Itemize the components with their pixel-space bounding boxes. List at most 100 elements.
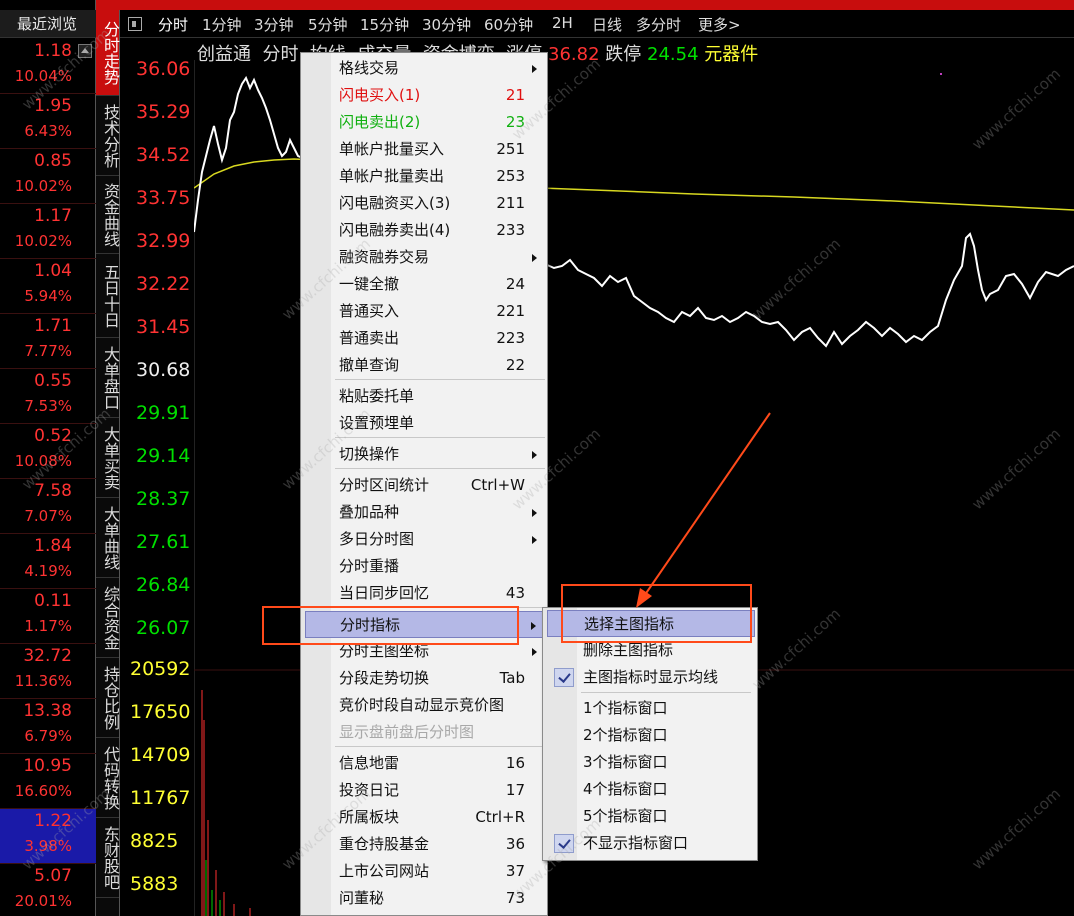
top-toolbar-strip [0, 0, 1074, 10]
context-menu-item[interactable]: 分时重播 [305, 553, 545, 580]
submenu-item[interactable]: 4个指标窗口 [547, 776, 755, 803]
recent-list-item[interactable]: 0.55 7.53% [0, 369, 96, 424]
vtab-item[interactable]: 综合资金 [96, 578, 120, 658]
context-menu-item[interactable]: 多日分时图 [305, 526, 545, 553]
recent-list-item[interactable]: 0.85 10.02% [0, 149, 96, 204]
period-tab[interactable]: 多分时 [636, 14, 681, 35]
context-menu-item[interactable]: 问董秘 73 [305, 885, 545, 912]
context-menu-item[interactable]: 闪电融资买入(3) 211 [305, 190, 545, 217]
menu-item-label: 设置预埋单 [339, 414, 415, 432]
context-menu-item[interactable]: 闪电融券卖出(4) 233 [305, 217, 545, 244]
recent-list-item[interactable]: 13.38 6.79% [0, 699, 96, 754]
submenu-item[interactable]: 主图指标时显示均线 [547, 664, 755, 691]
submenu-item[interactable]: 1个指标窗口 [547, 695, 755, 722]
context-menu-item[interactable]: 上市公司网站 37 [305, 858, 545, 885]
context-menu-item[interactable]: 投资日记 17 [305, 777, 545, 804]
price-tick-flat: 30.68 [136, 359, 191, 381]
limit-down-label: 跌停 [605, 44, 642, 65]
recent-list-item[interactable]: 1.71 7.77% [0, 314, 96, 369]
vtab-item[interactable]: 五日十日 [96, 254, 120, 338]
period-tab[interactable]: 30分钟 [422, 14, 471, 35]
context-menu-item[interactable]: 重仓持股基金 36 [305, 831, 545, 858]
context-menu-item[interactable]: 闪电买入(1) 21 [305, 82, 545, 109]
context-menu-item[interactable]: 分时主图坐标 [305, 638, 545, 665]
submenu-item[interactable]: 2个指标窗口 [547, 722, 755, 749]
context-menu-item[interactable]: 一键全撤 24 [305, 271, 545, 298]
context-menu-item[interactable]: 分时指标 [305, 611, 545, 638]
context-menu-item[interactable]: 撤单查询 22 [305, 352, 545, 379]
vtab-item[interactable]: 大单盘口 [96, 338, 120, 418]
checkmark-icon [554, 668, 574, 687]
recent-item-change: 6.79% [24, 727, 72, 745]
recent-list-item[interactable]: 10.95 16.60% [0, 754, 96, 809]
context-menu-item[interactable]: 分时区间统计 Ctrl+W [305, 472, 545, 499]
recent-list-item[interactable]: 0.52 10.08% [0, 424, 96, 479]
context-menu-item[interactable]: 信息地雷 16 [305, 750, 545, 777]
menu-item-label: 闪电卖出(2) [339, 113, 421, 131]
recent-item-change: 6.43% [24, 122, 72, 140]
menu-item-label: 闪电融资买入(3) [339, 194, 451, 212]
recent-item-price: 1.04 [34, 261, 72, 281]
menu-item-shortcut: 211 [496, 194, 525, 212]
recent-list-item[interactable]: 1.18 10.04% [0, 39, 96, 94]
recent-list-item[interactable]: 1.22 3.98% [0, 809, 96, 864]
recent-list-item[interactable]: 7.58 7.07% [0, 479, 96, 534]
panel-toggle-icon[interactable] [128, 17, 142, 31]
period-tab[interactable]: 2H [552, 14, 573, 32]
context-menu-item[interactable]: 设置预埋单 [305, 410, 545, 437]
context-menu-item[interactable]: 单帐户批量买入 251 [305, 136, 545, 163]
context-menu-item[interactable]: 竞价时段自动显示竞价图 [305, 692, 545, 719]
submenu-item[interactable]: 选择主图指标 [547, 610, 755, 637]
vtab-item[interactable]: 代码转换 [96, 738, 120, 818]
vtab-item[interactable]: 大单曲线 [96, 498, 120, 578]
recent-list-item[interactable]: 1.17 10.02% [0, 204, 96, 259]
submenu-item[interactable]: 5个指标窗口 [547, 803, 755, 830]
vtab-item[interactable]: 分时走势 [96, 10, 120, 96]
context-menu-item[interactable]: 普通买入 221 [305, 298, 545, 325]
recent-list-item[interactable]: 1.84 4.19% [0, 534, 96, 589]
period-tab[interactable]: 15分钟 [360, 14, 409, 35]
submenu-item-label: 2个指标窗口 [583, 726, 668, 744]
context-menu-item[interactable]: 闪电卖出(2) 23 [305, 109, 545, 136]
recent-item-change: 10.02% [14, 177, 72, 195]
context-menu-item[interactable]: 融资融券交易 [305, 244, 545, 271]
indicator-submenu: 选择主图指标 删除主图指标 主图指标时显示均线 1个指标窗口 2个指标窗口 3个指标窗口 4… [542, 607, 758, 861]
context-menu-item[interactable]: 粘贴委托单 [305, 383, 545, 410]
period-tab[interactable]: 3分钟 [254, 14, 294, 35]
submenu-item[interactable]: 删除主图指标 [547, 637, 755, 664]
menu-item-label: 分段走势切换 [339, 669, 430, 687]
period-tab[interactable]: 1分钟 [202, 14, 242, 35]
recent-list-item[interactable]: 32.72 11.36% [0, 644, 96, 699]
context-menu-item[interactable]: 切换操作 [305, 441, 545, 468]
submenu-item[interactable]: 不显示指标窗口 [547, 830, 755, 857]
context-menu-item[interactable]: 叠加品种 [305, 499, 545, 526]
vtab-item[interactable]: 资金曲线 [96, 176, 120, 254]
submenu-item[interactable]: 3个指标窗口 [547, 749, 755, 776]
vtab-item[interactable]: 持仓比例 [96, 658, 120, 738]
context-menu-item[interactable]: 单帐户批量卖出 253 [305, 163, 545, 190]
menu-item-shortcut: 22 [505, 356, 525, 374]
recent-list-item[interactable]: 0.11 1.17% [0, 589, 96, 644]
menu-item-shortcut: Tab [499, 669, 525, 687]
vtab-item[interactable]: 技术分析 [96, 96, 120, 176]
period-tab[interactable]: 5分钟 [308, 14, 348, 35]
period-tab[interactable]: 60分钟 [484, 14, 533, 35]
tab-intraday[interactable]: 分时 [262, 44, 298, 65]
context-menu-item[interactable]: 普通卖出 223 [305, 325, 545, 352]
recent-list-item[interactable]: 5.07 20.01% [0, 864, 96, 916]
recent-list-item[interactable]: 1.95 6.43% [0, 94, 96, 149]
context-menu-item[interactable]: 格线交易 [305, 55, 545, 82]
menu-item-label: 分时主图坐标 [339, 642, 430, 660]
period-tab[interactable]: 分时 [158, 14, 188, 35]
menu-item-label: 所属板块 [339, 808, 400, 826]
period-tab[interactable]: 更多> [698, 14, 741, 35]
recent-list-item[interactable]: 1.04 5.94% [0, 259, 96, 314]
context-menu-item[interactable]: 当日同步回忆 43 [305, 580, 545, 607]
vtab-item[interactable]: 大单买卖 [96, 418, 120, 498]
context-menu-item[interactable]: 分段走势切换 Tab [305, 665, 545, 692]
context-menu-item[interactable]: 所属板块 Ctrl+R [305, 804, 545, 831]
menu-item-shortcut: Ctrl+W [470, 476, 525, 494]
period-tab[interactable]: 日线 [592, 14, 622, 35]
volume-bars [201, 690, 251, 916]
vtab-item[interactable]: 东财股吧 [96, 818, 120, 898]
